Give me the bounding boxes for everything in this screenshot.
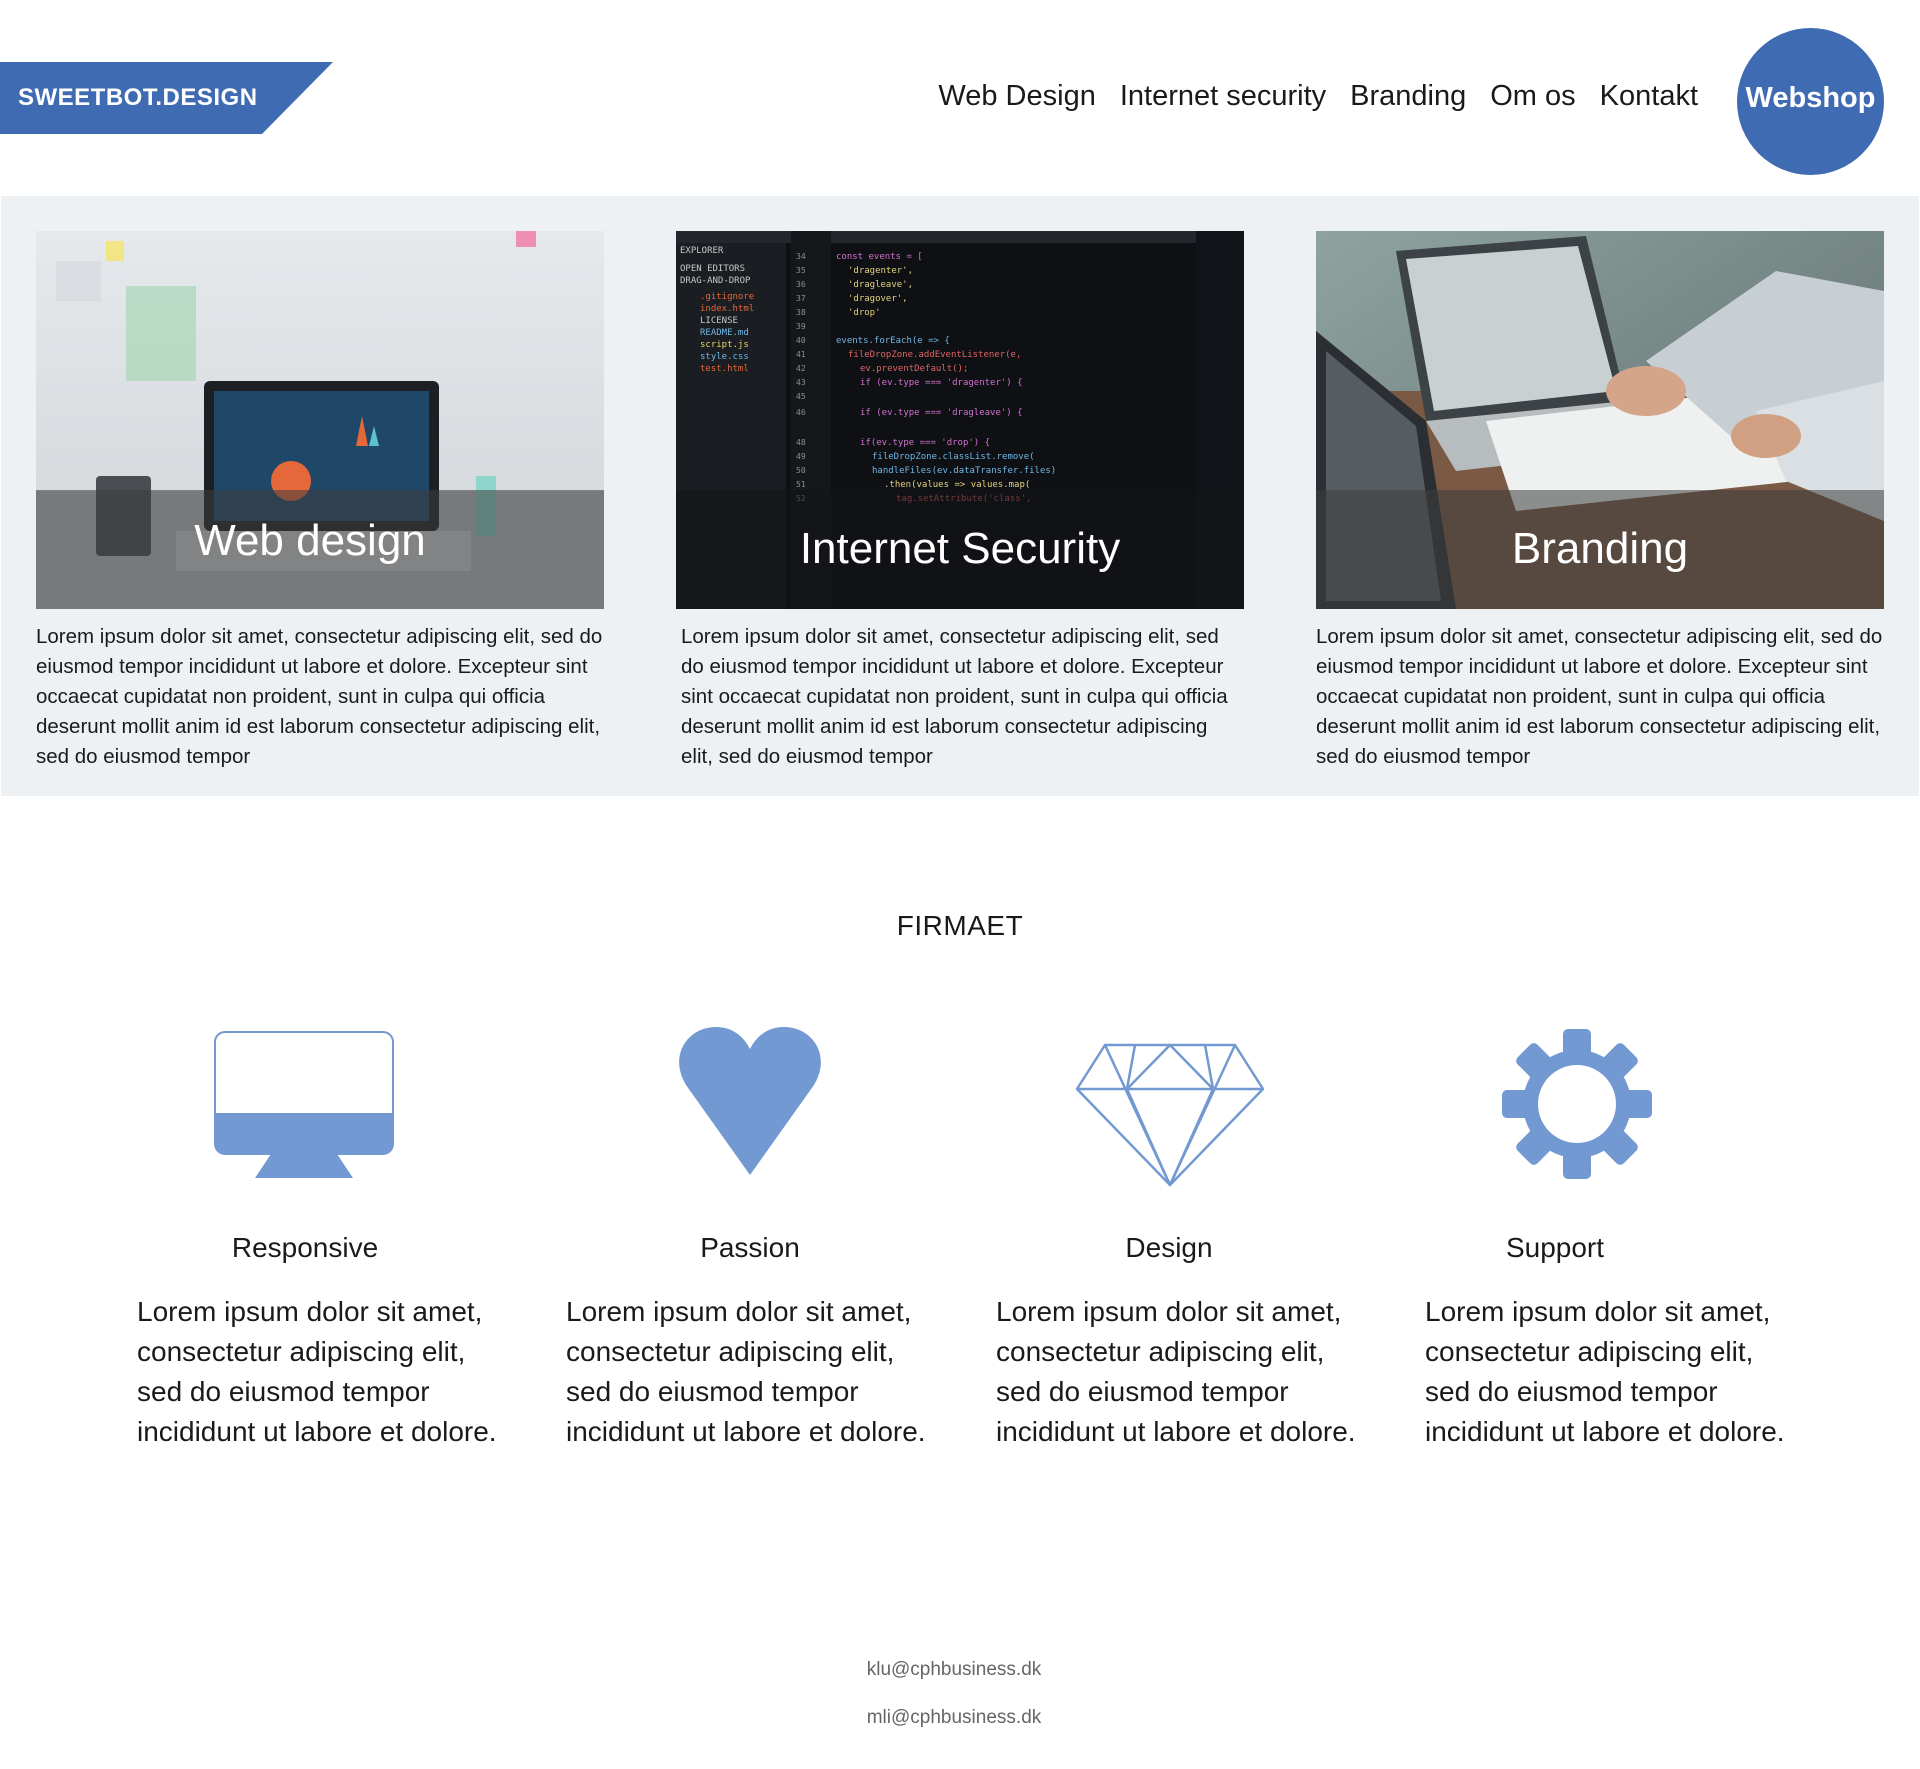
svg-text:36: 36 <box>796 280 806 289</box>
heart-icon <box>678 1025 822 1182</box>
svg-text:events.forEach(e => {: events.forEach(e => { <box>836 336 950 346</box>
svg-text:index.html: index.html <box>700 304 754 314</box>
svg-text:handleFiles(ev.dataTransfer.fi: handleFiles(ev.dataTransfer.files) <box>872 466 1056 476</box>
svg-text:README.md: README.md <box>700 328 749 338</box>
service-card-text: Lorem ipsum dolor sit amet, consectetur … <box>36 625 603 768</box>
firmaet-heading: FIRMAET <box>896 910 1024 941</box>
feature-name: Design <box>1125 1232 1213 1263</box>
webshop-button[interactable]: Webshop <box>1737 28 1884 175</box>
svg-text:if(ev.type === 'drop') {: if(ev.type === 'drop') { <box>860 438 990 448</box>
svg-text:const events = [: const events = [ <box>836 252 923 262</box>
svg-text:45: 45 <box>796 392 806 401</box>
svg-text:43: 43 <box>796 378 806 387</box>
service-card-branding[interactable]: Branding Lorem ipsum dolor sit amet, con… <box>1316 231 1884 772</box>
svg-text:40: 40 <box>796 336 806 345</box>
svg-text:.gitignore: .gitignore <box>700 292 754 302</box>
main-nav: Web Design Internet security Branding Om… <box>938 80 1698 113</box>
svg-text:fileDropZone.addEventListener(: fileDropZone.addEventListener(e, <box>848 350 1021 360</box>
diamond-icon <box>1075 1043 1265 1192</box>
nav-item-internet-security[interactable]: Internet security <box>1120 80 1326 113</box>
monitor-icon <box>213 1030 395 1185</box>
services-section: Web design Lorem ipsum dolor sit amet, c… <box>1 196 1919 796</box>
web-design-image: Web design <box>36 231 604 609</box>
service-card-title: Web design <box>194 516 426 565</box>
svg-text:42: 42 <box>796 364 806 373</box>
svg-text:OPEN EDITORS: OPEN EDITORS <box>680 264 745 274</box>
nav-item-om-os[interactable]: Om os <box>1490 80 1575 113</box>
feature-name: Support <box>1505 1232 1605 1263</box>
svg-text:34: 34 <box>796 252 806 261</box>
svg-text:.then(values => values.map(: .then(values => values.map( <box>884 480 1030 490</box>
feature-text: Lorem ipsum dolor sit amet, consectetur … <box>566 1296 926 1447</box>
svg-text:test.html: test.html <box>700 364 749 374</box>
service-card-text: Lorem ipsum dolor sit amet, consectetur … <box>681 625 1228 768</box>
svg-text:48: 48 <box>796 438 806 447</box>
service-card-text: Lorem ipsum dolor sit amet, consectetur … <box>1316 625 1883 768</box>
svg-text:50: 50 <box>796 466 806 475</box>
svg-text:37: 37 <box>796 294 806 303</box>
feature-text: Lorem ipsum dolor sit amet, consectetur … <box>996 1296 1356 1447</box>
svg-text:'drop': 'drop' <box>848 308 881 318</box>
service-card-title: Branding <box>1511 524 1689 573</box>
svg-text:fileDropZone.classList.remove(: fileDropZone.classList.remove( <box>872 452 1035 462</box>
service-card-web-design[interactable]: Web design Lorem ipsum dolor sit amet, c… <box>36 231 604 772</box>
feature-name: Responsive <box>231 1232 379 1263</box>
svg-text:if (ev.type === 'dragleave') {: if (ev.type === 'dragleave') { <box>860 408 1023 418</box>
service-card-title: Internet Security <box>799 524 1121 573</box>
branding-image: Branding <box>1316 231 1884 609</box>
svg-text:'dragover',: 'dragover', <box>848 294 908 304</box>
svg-text:38: 38 <box>796 308 806 317</box>
svg-text:if (ev.type === 'dragenter') {: if (ev.type === 'dragenter') { <box>860 378 1023 388</box>
svg-text:script.js: script.js <box>700 340 749 350</box>
svg-text:'dragleave',: 'dragleave', <box>848 280 913 290</box>
svg-text:39: 39 <box>796 322 806 331</box>
svg-text:'dragenter',: 'dragenter', <box>848 266 913 276</box>
feature-name: Passion <box>700 1232 800 1263</box>
svg-text:style.css: style.css <box>700 352 749 362</box>
internet-security-image: EXPLORER OPEN EDITORS DRAG-AND-DROP .git… <box>676 231 1244 609</box>
nav-item-branding[interactable]: Branding <box>1350 80 1466 113</box>
svg-text:35: 35 <box>796 266 806 275</box>
logo-text: SWEETBOT.DESIGN <box>18 84 258 111</box>
footer-email[interactable]: mli@cphbusiness.dk <box>0 1707 1908 1729</box>
service-card-internet-security[interactable]: EXPLORER OPEN EDITORS DRAG-AND-DROP .git… <box>676 231 1244 772</box>
svg-text:DRAG-AND-DROP: DRAG-AND-DROP <box>680 276 751 286</box>
gear-icon <box>1502 1029 1652 1184</box>
footer-email[interactable]: klu@cphbusiness.dk <box>0 1659 1908 1681</box>
svg-text:49: 49 <box>796 452 806 461</box>
svg-text:51: 51 <box>796 480 806 489</box>
svg-text:41: 41 <box>796 350 806 359</box>
nav-item-kontakt[interactable]: Kontakt <box>1600 80 1698 113</box>
nav-item-web-design[interactable]: Web Design <box>938 80 1095 113</box>
svg-text:EXPLORER: EXPLORER <box>680 246 724 256</box>
feature-text: Lorem ipsum dolor sit amet, consectetur … <box>137 1296 497 1447</box>
svg-text:ev.preventDefault();: ev.preventDefault(); <box>860 364 968 374</box>
svg-text:LICENSE: LICENSE <box>700 316 738 326</box>
svg-text:46: 46 <box>796 408 806 417</box>
site-header: SWEETBOT.DESIGN Web Design Internet secu… <box>0 0 1920 196</box>
logo[interactable]: SWEETBOT.DESIGN <box>0 62 333 134</box>
feature-text: Lorem ipsum dolor sit amet, consectetur … <box>1425 1296 1785 1447</box>
